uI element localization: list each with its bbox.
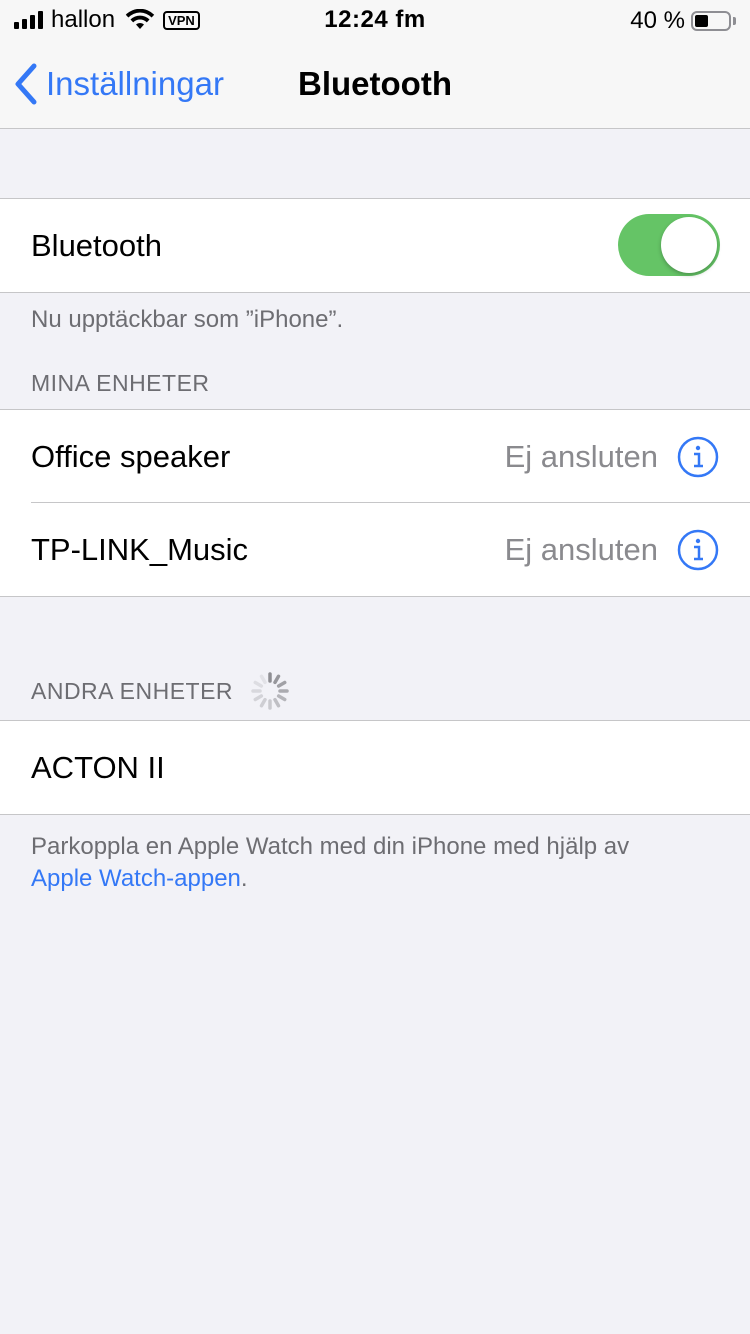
battery-cap bbox=[733, 17, 736, 25]
bluetooth-label: Bluetooth bbox=[31, 227, 162, 263]
device-row[interactable]: Office speaker Ej ansluten bbox=[0, 410, 750, 503]
apple-watch-app-link[interactable]: Apple Watch-appen bbox=[31, 865, 241, 892]
loading-spinner-icon bbox=[251, 672, 289, 710]
info-icon[interactable] bbox=[677, 529, 719, 571]
bluetooth-toggle-row: Bluetooth bbox=[0, 199, 750, 292]
page-title: Bluetooth bbox=[298, 65, 452, 102]
device-row[interactable]: ACTON II bbox=[0, 721, 750, 814]
switch-knob bbox=[661, 217, 717, 273]
apple-watch-note-text: Parkoppla en Apple Watch med din iPhone … bbox=[31, 833, 630, 860]
apple-watch-note: Parkoppla en Apple Watch med din iPhone … bbox=[31, 831, 719, 895]
device-status: Ej ansluten bbox=[504, 531, 658, 567]
device-name: ACTON II bbox=[31, 749, 165, 785]
other-devices-group: ACTON II bbox=[0, 720, 750, 815]
status-bar-right: 40 % bbox=[630, 7, 736, 35]
my-devices-group: Office speaker Ej ansluten TP-LINK_Music… bbox=[0, 409, 750, 597]
footer-suffix: . bbox=[240, 865, 248, 892]
battery-level-fill bbox=[695, 15, 708, 27]
battery-icon bbox=[691, 11, 731, 31]
discoverable-note: Nu upptäckbar som ”iPhone”. bbox=[31, 306, 344, 333]
battery-percentage: 40 % bbox=[630, 7, 685, 34]
device-status: Ej ansluten bbox=[504, 438, 658, 474]
status-bar: hallon VPN 12:24 fm 40 % bbox=[0, 0, 750, 40]
my-devices-header: MINA ENHETER bbox=[31, 370, 210, 396]
other-devices-header: ANDRA ENHETER bbox=[31, 678, 234, 704]
bluetooth-toggle-group: Bluetooth bbox=[0, 198, 750, 293]
bluetooth-switch[interactable] bbox=[618, 214, 720, 276]
device-name: TP-LINK_Music bbox=[31, 531, 249, 567]
info-icon[interactable] bbox=[677, 436, 719, 478]
device-row[interactable]: TP-LINK_Music Ej ansluten bbox=[0, 503, 750, 596]
navigation-bar: Inställningar Bluetooth bbox=[0, 40, 750, 129]
device-name: Office speaker bbox=[31, 438, 231, 474]
